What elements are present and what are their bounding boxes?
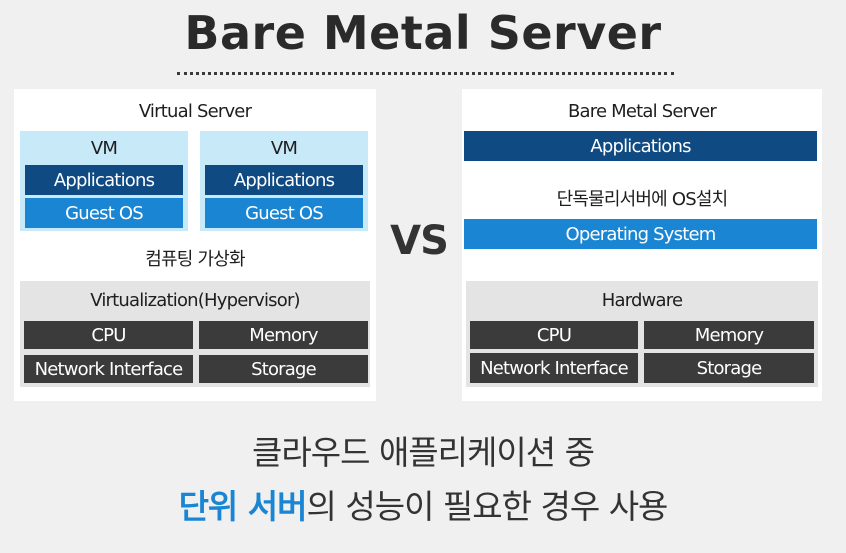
vm-right-label: VM [270,137,298,159]
vm-right-guest-os: Guest OS [205,198,363,228]
vs-label: VS [390,218,449,264]
vm-left-guest-os: Guest OS [25,198,183,228]
caption-line-1: 클라우드 애플리케이션 중 [252,433,595,472]
right-storage: Storage [644,353,814,383]
hypervisor-label: Virtualization(Hypervisor) [90,289,300,311]
left-memory: Memory [199,321,368,349]
caption-highlight: 단위 서버 [178,487,308,526]
right-memory: Memory [644,321,814,349]
right-cpu: CPU [470,321,638,349]
right-network-interface: Network Interface [470,353,638,383]
vm-left-label: VM [90,137,118,159]
left-cpu: CPU [24,321,193,349]
caption-line-2: 단위 서버의 성능이 필요한 경우 사용 [0,480,846,528]
vm-left-applications: Applications [25,165,183,195]
hardware-label: Hardware [601,289,683,311]
left-network-interface: Network Interface [24,355,193,383]
caption-rest: 의 성능이 필요한 경우 사용 [306,487,669,526]
title-divider [177,72,674,75]
bare-metal-heading: Bare Metal Server [567,100,717,122]
virtual-server-heading: Virtual Server [138,100,252,122]
operating-system: Operating System [464,219,817,249]
vm-right-applications: Applications [205,165,363,195]
bare-metal-applications: Applications [464,131,817,161]
virtualization-caption: 컴퓨팅 가상화 [145,249,245,270]
bare-metal-panel: Bare Metal Server Applications 단독물리서버에 O… [462,89,822,401]
page-title: Bare Metal Server [184,6,662,60]
virtual-server-panel: Virtual Server VM Applications Guest OS … [14,89,376,401]
left-storage: Storage [199,355,368,383]
os-install-caption: 단독물리서버에 OS설치 [556,189,729,210]
